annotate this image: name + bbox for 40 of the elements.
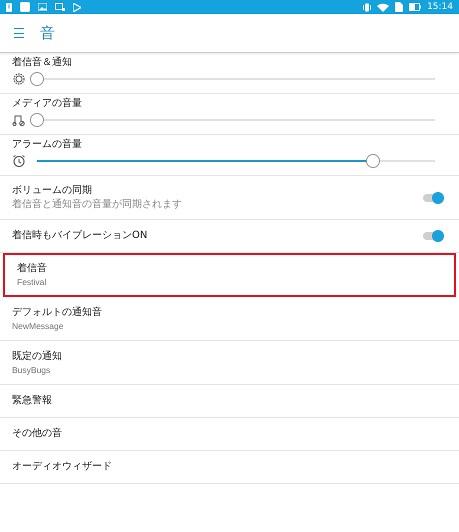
setting-value: NewMessage	[12, 320, 64, 332]
clock-time: 15:14	[427, 2, 453, 12]
app-icon	[20, 2, 30, 12]
play-store-icon	[73, 2, 81, 12]
setting-row[interactable]: 既定の通知 BusyBugs	[0, 341, 459, 385]
alarm-clock-icon	[12, 154, 26, 168]
setting-label: 着信音	[17, 262, 48, 276]
toggle-switch[interactable]	[422, 190, 444, 204]
toggle-switch[interactable]	[422, 229, 444, 243]
vibrate-icon	[12, 72, 26, 86]
menu-icon[interactable]	[14, 28, 24, 38]
setting-label: その他の音	[12, 427, 63, 441]
setting-label: ボリュームの同期	[12, 184, 93, 198]
setting-label: オーディオウィザード	[12, 460, 113, 474]
setting-row[interactable]: 緊急警報	[0, 385, 459, 418]
setting-label: 着信時もバイブレーションON	[12, 229, 148, 243]
setting-value: BusyBugs	[12, 364, 52, 376]
setting-label: 緊急警報	[12, 394, 53, 408]
image-icon	[38, 3, 47, 11]
setting-label: デフォルトの通知音	[12, 306, 103, 320]
setting-value: Festival	[17, 276, 48, 288]
sim-card-icon	[395, 2, 404, 12]
volume-label: 着信音＆通知	[12, 56, 73, 70]
setting-row[interactable]: その他の音	[0, 418, 459, 451]
vibrate-mode-icon	[363, 2, 372, 12]
wifi-icon	[377, 2, 390, 12]
setting-row[interactable]: オーディオウィザード	[0, 451, 459, 484]
setting-row[interactable]: 着信音 Festival	[3, 253, 456, 297]
page-title: 音	[40, 22, 55, 44]
setting-label: 既定の通知	[12, 350, 63, 364]
music-note-icon	[12, 113, 26, 127]
screen-icon	[55, 3, 65, 11]
volume-slider[interactable]	[30, 113, 435, 127]
setting-row[interactable]: デフォルトの通知音 NewMessage	[0, 297, 459, 341]
volume-label: アラームの音量	[12, 138, 83, 152]
setting-description: 着信音と通知音の音量が同期されます	[12, 198, 182, 211]
battery-icon	[409, 3, 422, 11]
volume-label: メディアの音量	[12, 97, 83, 111]
alert-icon	[6, 2, 12, 12]
volume-slider[interactable]	[30, 72, 435, 86]
